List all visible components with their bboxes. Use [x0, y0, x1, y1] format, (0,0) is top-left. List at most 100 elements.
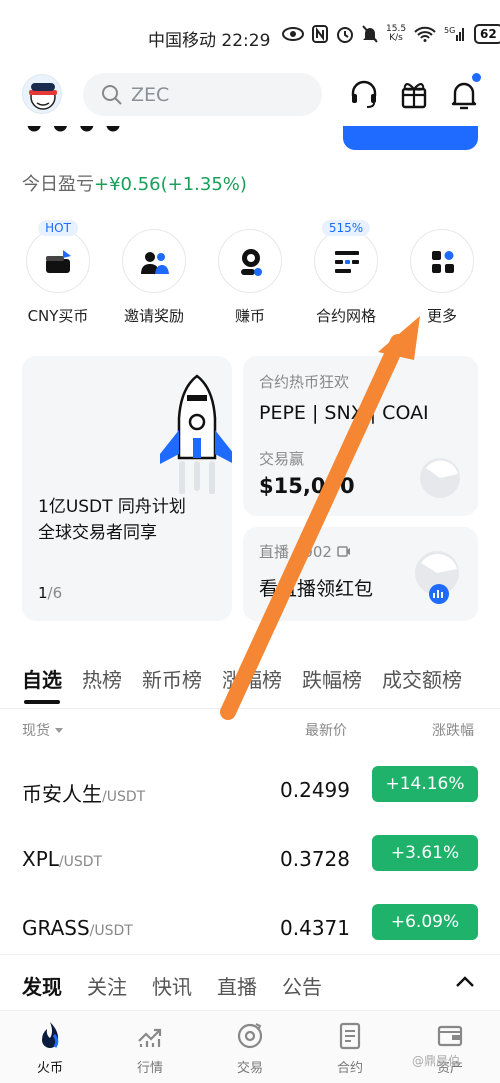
shortcut-label: 更多 [426, 307, 457, 325]
nav-market[interactable]: 行情 [120, 1021, 180, 1076]
headset-icon[interactable] [349, 78, 379, 110]
market-chart-icon [138, 1028, 162, 1047]
carrier-time: 中国移动 22:29 [148, 31, 271, 51]
tab-live[interactable]: 直播 [217, 971, 257, 1000]
yield-tag: 515% [321, 220, 371, 236]
signal-icon: 5G [444, 26, 465, 41]
avatar-face-icon [29, 83, 57, 110]
invite-people-icon [141, 252, 169, 274]
search-placeholder: ZEC [131, 83, 170, 106]
last-price: 0.3728 [280, 847, 350, 871]
status-bar: 中国移动 22:29 15.5 K/s 5G 62 [0, 0, 500, 70]
tab-news[interactable]: 快讯 [152, 971, 192, 1000]
table-row[interactable]: 币安人生/USDT 0.2499 +14.16% [0, 766, 500, 816]
live-subtitle: 直播 · 002 [259, 541, 351, 562]
tab-new-coins[interactable]: 新币榜 [142, 664, 202, 693]
tab-losers[interactable]: 跌幅榜 [302, 664, 362, 693]
pair-quote: /USDT [58, 854, 103, 870]
spot-filter[interactable]: 现货 [22, 720, 64, 740]
pnl-label: 今日盈亏 [22, 174, 94, 195]
change-badge: +14.16% [372, 766, 478, 802]
gift-icon[interactable] [399, 78, 429, 110]
shortcut-earn[interactable]: 赚币 [215, 229, 285, 326]
tab-hot[interactable]: 热榜 [82, 664, 122, 693]
tab-follow[interactable]: 关注 [87, 971, 127, 1000]
change-badge: +3.61% [372, 835, 478, 871]
promo-banner-live[interactable]: 直播 · 002 看直播领红包 [243, 527, 478, 621]
shortcut-label: 邀请奖励 [123, 307, 184, 325]
shortcut-cny-buy[interactable]: HOT CNY买币 [23, 220, 93, 326]
tab-favorites[interactable]: 自选 [22, 664, 62, 693]
video-icon [336, 546, 350, 557]
shortcut-more[interactable]: 更多 [407, 229, 477, 326]
huobi-flame-icon [42, 1022, 59, 1048]
shortcut-label: 合约网格 [315, 307, 376, 325]
shortcut-invite-reward[interactable]: 邀请奖励 [119, 229, 189, 326]
nav-trade[interactable]: 交易 [220, 1021, 280, 1076]
bell-icon[interactable] [449, 78, 479, 110]
placeholder-image-icon [420, 458, 460, 498]
svg-text:5G: 5G [444, 26, 455, 35]
wifi-icon [414, 26, 436, 42]
hot-tag: HOT [38, 220, 78, 236]
table-row[interactable]: XPL/USDT 0.3728 +3.61% [0, 835, 500, 885]
market-tabs: 自选 热榜 新币榜 涨幅榜 跌幅榜 成交额榜 [22, 664, 500, 700]
watermark: @鼎晨伯 [412, 1054, 461, 1068]
banner-subtitle-2: 交易赢 [259, 450, 305, 468]
tab-volume[interactable]: 成交额榜 [382, 664, 462, 693]
banner-coins: PEPE | SNX | COAI [259, 402, 429, 424]
live-placeholder-icon [415, 551, 459, 604]
grid-bars-icon [335, 251, 359, 273]
nfc-icon [312, 25, 328, 43]
table-row[interactable]: GRASS/USDT 0.4371 +6.09% [0, 904, 500, 954]
eye-icon [282, 27, 304, 41]
shortcut-contract-grid[interactable]: 515% 合约网格 [311, 220, 381, 326]
promo-banner-main[interactable]: 1亿USDT 同舟计划 全球交易者同享 1/6 [22, 356, 232, 621]
col-last-price[interactable]: 最新价 [305, 720, 347, 740]
trade-icon [237, 1023, 263, 1049]
tab-gainers[interactable]: 涨幅榜 [222, 664, 282, 693]
avatar[interactable] [22, 74, 62, 114]
banner-pager: 1/6 [38, 584, 63, 602]
today-pnl: 今日盈亏+¥0.56(+1.35%) [22, 170, 247, 196]
live-title: 看直播领红包 [259, 578, 374, 600]
bottom-nav: 火币 行情 交易 合约 资产 [0, 1010, 500, 1083]
mute-icon [362, 25, 378, 43]
pair-base: 币安人生 [22, 782, 102, 806]
nav-home[interactable]: 火币 [20, 1021, 80, 1076]
dropdown-caret-icon [55, 728, 64, 733]
tab-announcements[interactable]: 公告 [282, 971, 322, 1000]
notification-dot [472, 73, 481, 82]
chevron-up-icon[interactable] [454, 975, 476, 989]
nav-contract[interactable]: 合约 [320, 1021, 380, 1076]
tab-discover[interactable]: 发现 [22, 971, 62, 1000]
search-icon [102, 84, 122, 105]
change-badge: +6.09% [372, 904, 478, 940]
deposit-button[interactable] [343, 126, 478, 150]
balance-amount-cropped: •••• [22, 126, 152, 144]
contract-icon [339, 1022, 361, 1050]
battery-indicator: 62 [474, 24, 500, 44]
active-tab-indicator [24, 700, 60, 704]
pair-quote: /USDT [89, 923, 133, 939]
banner-amount: $15,000 [259, 474, 355, 498]
promo-banner-hot-contracts[interactable]: 合约热币狂欢 PEPE | SNX | COAI 交易赢 $15,000 [243, 356, 478, 516]
last-price: 0.4371 [280, 916, 350, 940]
shortcut-label: CNY买币 [27, 307, 89, 325]
more-grid-icon [432, 251, 454, 273]
shortcut-label: 赚币 [234, 307, 265, 325]
earn-coin-icon [241, 249, 262, 276]
cny-buy-icon [46, 250, 71, 273]
divider [0, 708, 500, 709]
search-bar[interactable]: ZEC [83, 73, 322, 116]
rocket-icon [160, 374, 232, 494]
network-speed: 15.5 K/s [386, 24, 407, 43]
pair-base: XPL [22, 847, 59, 871]
pair-quote: /USDT [102, 789, 146, 805]
status-icons: 15.5 K/s 5G 62 [282, 24, 500, 44]
pair-base: GRASS [22, 916, 90, 940]
pnl-value: +¥0.56(+1.35%) [94, 174, 247, 195]
discover-bar: 发现 关注 快讯 直播 公告 [0, 954, 500, 1010]
last-price: 0.2499 [280, 778, 350, 802]
col-change[interactable]: 涨跌幅 [432, 720, 474, 740]
